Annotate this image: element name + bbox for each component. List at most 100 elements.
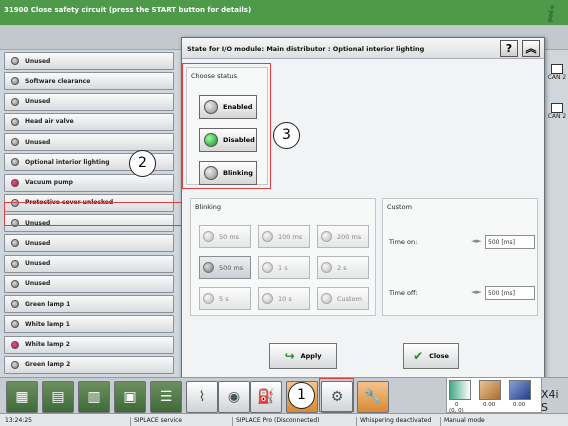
- status-service[interactable]: SIPLACE service: [130, 417, 182, 426]
- list-item-label: Unused: [25, 260, 51, 267]
- status-led-icon: [11, 77, 19, 86]
- counter-value: 0.00: [483, 402, 496, 408]
- blink-option-selected[interactable]: 500 ms: [199, 256, 251, 279]
- counter-value: 0.00: [513, 402, 526, 408]
- blink-option-label: 200 ms: [337, 232, 362, 241]
- blink-option[interactable]: 2 s: [317, 256, 369, 279]
- checkmark-icon: ✔: [413, 349, 424, 363]
- custom-group: Custom Time on: ◄► 500 [ms] Time off: ◄►…: [382, 198, 538, 316]
- led-icon: [203, 293, 214, 304]
- blink-option-label: 1 s: [278, 263, 288, 272]
- led-icon: [321, 231, 332, 242]
- list-item[interactable]: Green lamp 1: [4, 295, 174, 313]
- list-item[interactable]: Unused: [4, 274, 174, 293]
- callout-1: 1: [288, 382, 315, 409]
- blink-option-label: 100 ms: [278, 232, 303, 241]
- status-led-icon: [11, 360, 19, 369]
- led-icon: [321, 262, 332, 273]
- status-led-icon: [11, 300, 19, 308]
- status-time: 13:24:25: [5, 417, 32, 424]
- blinking-group: Blinking 50 ms 100 ms 200 ms 500 ms 1 s …: [190, 198, 376, 316]
- can-tab[interactable]: CAN 2: [546, 64, 568, 81]
- toolbar-setup-icon[interactable]: ▦: [6, 381, 38, 413]
- list-item[interactable]: Head air valve: [4, 112, 174, 131]
- blink-option[interactable]: 1 s: [258, 256, 310, 279]
- message-text: 31900 Close safety circuit (press the ST…: [4, 6, 252, 14]
- blink-option[interactable]: 100 ms: [258, 225, 310, 248]
- time-off-row: Time off: ◄► 500 [ms]: [389, 286, 535, 300]
- list-item[interactable]: Unused: [4, 234, 174, 253]
- blink-option-label: 2 s: [337, 263, 347, 272]
- toolbar-grid-icon[interactable]: ▤: [42, 381, 74, 413]
- list-item[interactable]: Software clearance: [4, 72, 174, 91]
- list-item-label: Unused: [25, 280, 51, 288]
- toolbar-oilcan-icon[interactable]: ⛽: [250, 381, 282, 413]
- list-item-label: Unused: [25, 239, 51, 247]
- apply-icon: ↪: [284, 349, 295, 363]
- list-item[interactable]: Unused: [4, 52, 174, 70]
- status-led-icon: [11, 320, 19, 329]
- status-led-icon: [11, 178, 19, 187]
- status-bar: 13:24:25 SIPLACE service SIPLACE Pro (Di…: [0, 413, 568, 426]
- led-icon: [203, 231, 214, 242]
- toolbar-stats-icon[interactable]: ▥: [78, 381, 110, 413]
- list-item-label: Green lamp 2: [25, 361, 71, 369]
- group-title: Blinking: [195, 203, 222, 211]
- list-item[interactable]: White lamp 1: [4, 315, 174, 334]
- time-on-row: Time on: ◄► 500 [ms]: [389, 235, 535, 249]
- blink-option-label: 5 s: [219, 294, 229, 303]
- led-icon: [321, 293, 332, 304]
- spin-arrows-icon[interactable]: ◄►: [471, 288, 483, 298]
- collapse-button[interactable]: ︽: [522, 40, 540, 57]
- message-bar[interactable]: 31900 Close safety circuit (press the ST…: [0, 0, 568, 25]
- list-item[interactable]: Green lamp 2: [4, 355, 174, 374]
- status-whispering[interactable]: Whispering deactivated: [356, 417, 431, 426]
- help-button[interactable]: ?: [500, 40, 518, 57]
- led-icon: [262, 262, 273, 273]
- list-item[interactable]: Vacuum pump: [4, 173, 174, 192]
- blink-option[interactable]: 10 s: [258, 287, 310, 310]
- close-label: Close: [429, 352, 449, 360]
- toolbar-feeder-icon[interactable]: ▣: [114, 381, 146, 413]
- toolbar-chart-icon[interactable]: ⌇: [186, 381, 218, 413]
- status-led-icon: [11, 117, 19, 126]
- apply-button[interactable]: ↪ Apply: [269, 343, 337, 369]
- list-item[interactable]: Unused: [4, 92, 174, 111]
- can-icon: [551, 64, 563, 74]
- list-item[interactable]: White lamp 2: [4, 335, 174, 354]
- blink-option-label: 500 ms: [219, 263, 244, 272]
- spin-arrows-icon[interactable]: ◄►: [471, 237, 483, 247]
- led-icon: [203, 262, 214, 273]
- list-item[interactable]: Unused: [4, 133, 174, 151]
- close-button[interactable]: ✔ Close: [403, 343, 459, 369]
- blink-option[interactable]: 50 ms: [199, 225, 251, 248]
- list-item-label: Green lamp 1: [25, 300, 71, 308]
- status-mode[interactable]: Manual mode: [440, 417, 485, 426]
- list-item-label: Vacuum pump: [25, 179, 73, 186]
- machine-label: X4i S: [541, 388, 559, 414]
- blink-option[interactable]: 200 ms: [317, 225, 369, 248]
- time-off-label: Time off:: [389, 289, 418, 297]
- led-icon: [262, 293, 273, 304]
- io-list: Unused Software clearance Unused Head ai…: [4, 52, 182, 376]
- toolbar-highlight-frame: [319, 378, 354, 412]
- list-item-label: Unused: [25, 138, 51, 146]
- toolbar-camera-icon[interactable]: ◉: [218, 381, 250, 413]
- apply-label: Apply: [300, 352, 322, 360]
- list-item[interactable]: Unused: [4, 254, 174, 273]
- toolbar-wrench-icon[interactable]: 🔧: [357, 381, 389, 413]
- toolbar-list-icon[interactable]: ☰: [150, 381, 182, 413]
- list-item-label: White lamp 2: [25, 341, 70, 348]
- counter-panel: 0 (0, 0) 0.00 0.00: [446, 377, 542, 414]
- list-item-label: Software clearance: [25, 77, 91, 85]
- status-led-icon: [11, 340, 19, 349]
- blink-option[interactable]: 5 s: [199, 287, 251, 310]
- status-led-icon: [11, 158, 19, 167]
- blink-option[interactable]: Custom: [317, 287, 369, 310]
- time-off-field[interactable]: 500 [ms]: [485, 286, 535, 300]
- callout-3: 3: [273, 122, 300, 149]
- time-on-field[interactable]: 500 [ms]: [485, 235, 535, 249]
- blink-option-label: Custom: [337, 294, 362, 303]
- can-tab[interactable]: CAN 2: [546, 103, 568, 120]
- status-siplace-pro[interactable]: SIPLACE Pro (Disconnected): [232, 417, 320, 426]
